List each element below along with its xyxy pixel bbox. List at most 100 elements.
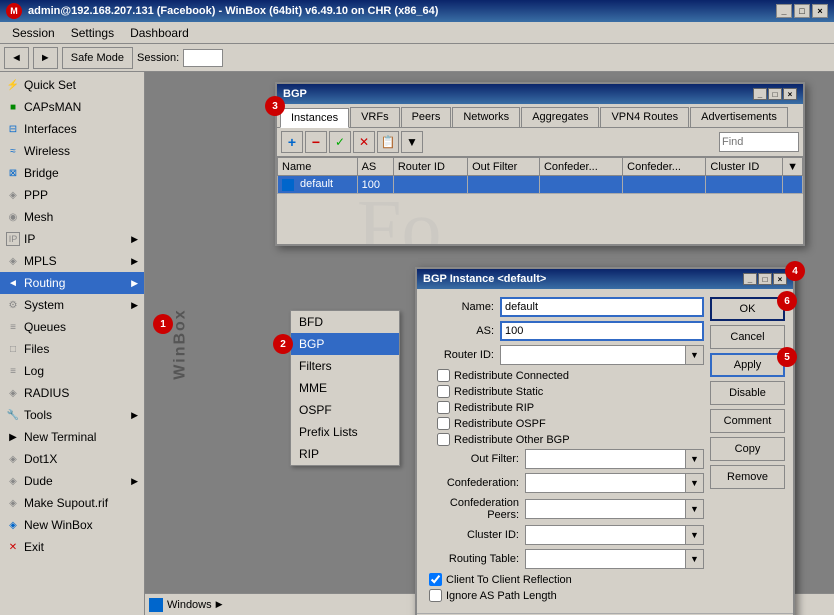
cluster-id-arrow-button[interactable]: ▼ [686,525,704,545]
confederation-peers-arrow-button[interactable]: ▼ [686,499,704,519]
bgp-close-button[interactable]: × [783,88,797,100]
cluster-id-input[interactable] [525,525,686,545]
sidebar-item-dude[interactable]: ◈ Dude ▶ [0,470,144,492]
tab-advertisements[interactable]: Advertisements [690,107,788,127]
redistribute-rip-checkbox[interactable] [437,401,450,414]
cancel-button[interactable]: Cancel [710,325,785,349]
col-sort-btn[interactable]: ▼ [783,158,803,176]
dialog-minimize-button[interactable]: _ [743,273,757,285]
sidebar-item-ppp[interactable]: ◈ PPP [0,184,144,206]
sidebar-item-new-winbox[interactable]: ◈ New WinBox [0,514,144,536]
comment-button[interactable]: Comment [710,409,785,433]
submenu-rip[interactable]: RIP [291,443,399,465]
router-id-select-container: ▼ [500,345,704,365]
as-input[interactable] [500,321,704,341]
tab-peers[interactable]: Peers [401,107,452,127]
sidebar-item-mesh[interactable]: ◉ Mesh [0,206,144,228]
dialog-maximize-button[interactable]: □ [758,273,772,285]
apply-button[interactable]: Apply [710,353,785,377]
sidebar-item-dot1x[interactable]: ◈ Dot1X [0,448,144,470]
sidebar-item-wireless[interactable]: ≈ Wireless [0,140,144,162]
table-row[interactable]: default 100 [278,176,803,194]
redistribute-static-checkbox[interactable] [437,385,450,398]
ok-button[interactable]: OK [710,297,785,321]
sidebar-item-mpls[interactable]: ◈ MPLS ▶ [0,250,144,272]
bgp-search-input[interactable] [719,132,799,152]
sidebar-item-interfaces[interactable]: ⊟ Interfaces [0,118,144,140]
submenu-mme[interactable]: MME [291,377,399,399]
bgp-toolbar: + − ✓ ✕ 📋 ▼ [277,128,803,157]
sidebar-item-exit[interactable]: ✕ Exit [0,536,144,558]
copy-button[interactable]: Copy [710,437,785,461]
tab-vpn4-routes[interactable]: VPN4 Routes [600,107,689,127]
minimize-button[interactable]: _ [776,4,792,18]
submenu-prefix-lists[interactable]: Prefix Lists [291,421,399,443]
routing-table-input[interactable] [525,549,686,569]
router-id-label: Router ID: [425,349,500,361]
confederation-arrow-button[interactable]: ▼ [686,473,704,493]
redistribute-ospf-checkbox[interactable] [437,417,450,430]
sidebar-item-bridge[interactable]: ⊠ Bridge [0,162,144,184]
sidebar-item-ip[interactable]: IP IP ▶ [0,228,144,250]
sidebar-item-system[interactable]: ⚙ System ▶ [0,294,144,316]
window-controls[interactable]: _ □ × [776,4,828,18]
sidebar-item-radius[interactable]: ◈ RADIUS [0,382,144,404]
submenu-bfd[interactable]: BFD [291,311,399,333]
session-input[interactable] [183,49,223,67]
redistribute-connected-checkbox[interactable] [437,369,450,382]
router-id-arrow-button[interactable]: ▼ [686,345,704,365]
sidebar-item-capsman[interactable]: ■ CAPsMAN [0,96,144,118]
disable-button[interactable]: Disable [710,381,785,405]
submenu-bgp[interactable]: BGP [291,333,399,355]
bgp-remove-button[interactable]: − [305,131,327,153]
bgp-copy-button[interactable]: 📋 [377,131,399,153]
confederation-peers-input[interactable] [525,499,686,519]
dialog-title-controls[interactable]: _ □ × [743,273,787,285]
name-input[interactable] [500,297,704,317]
sidebar-item-make-supout[interactable]: ◈ Make Supout.rif [0,492,144,514]
safe-mode-button[interactable]: Safe Mode [62,47,133,69]
close-button[interactable]: × [812,4,828,18]
sidebar-item-tools[interactable]: 🔧 Tools ▶ [0,404,144,426]
maximize-button[interactable]: □ [794,4,810,18]
bgp-title-controls[interactable]: _ □ × [753,88,797,100]
windows-label: Windows [167,599,212,611]
sidebar-item-files[interactable]: □ Files [0,338,144,360]
col-as: AS [357,158,393,176]
bridge-icon: ⊠ [6,166,20,180]
bgp-filter-button[interactable]: ▼ [401,131,423,153]
router-id-input[interactable] [500,345,686,365]
interfaces-icon: ⊟ [6,122,20,136]
menu-dashboard[interactable]: Dashboard [122,24,197,42]
tab-vrfs[interactable]: VRFs [350,107,400,127]
tab-networks[interactable]: Networks [452,107,520,127]
bgp-enable-button[interactable]: ✓ [329,131,351,153]
sidebar-item-new-terminal[interactable]: ▶ New Terminal [0,426,144,448]
menu-session[interactable]: Session [4,24,63,42]
submenu-filters[interactable]: Filters [291,355,399,377]
ignore-as-checkbox[interactable] [429,589,442,602]
routing-table-arrow-button[interactable]: ▼ [686,549,704,569]
cell-confeder1 [539,176,622,194]
sidebar-item-quick-set[interactable]: ⚡ Quick Set [0,74,144,96]
sidebar-item-queues[interactable]: ≡ Queues [0,316,144,338]
redistribute-other-bgp-checkbox[interactable] [437,433,450,446]
confederation-input[interactable] [525,473,686,493]
bgp-minimize-button[interactable]: _ [753,88,767,100]
remove-button[interactable]: Remove [710,465,785,489]
client-reflection-checkbox[interactable] [429,573,442,586]
back-button[interactable]: ◄ [4,47,29,69]
submenu-ospf[interactable]: OSPF [291,399,399,421]
routing-arrow: ▶ [131,278,138,289]
menu-settings[interactable]: Settings [63,24,122,42]
bgp-add-button[interactable]: + [281,131,303,153]
tab-aggregates[interactable]: Aggregates [521,107,599,127]
sidebar-item-routing[interactable]: ◄ Routing ▶ [0,272,144,294]
bgp-disable-button[interactable]: ✕ [353,131,375,153]
sidebar-item-log[interactable]: ≡ Log [0,360,144,382]
tab-instances[interactable]: Instances [280,108,349,128]
bgp-maximize-button[interactable]: □ [768,88,782,100]
out-filter-arrow-button[interactable]: ▼ [686,449,704,469]
out-filter-input[interactable] [525,449,686,469]
forward-button[interactable]: ► [33,47,58,69]
